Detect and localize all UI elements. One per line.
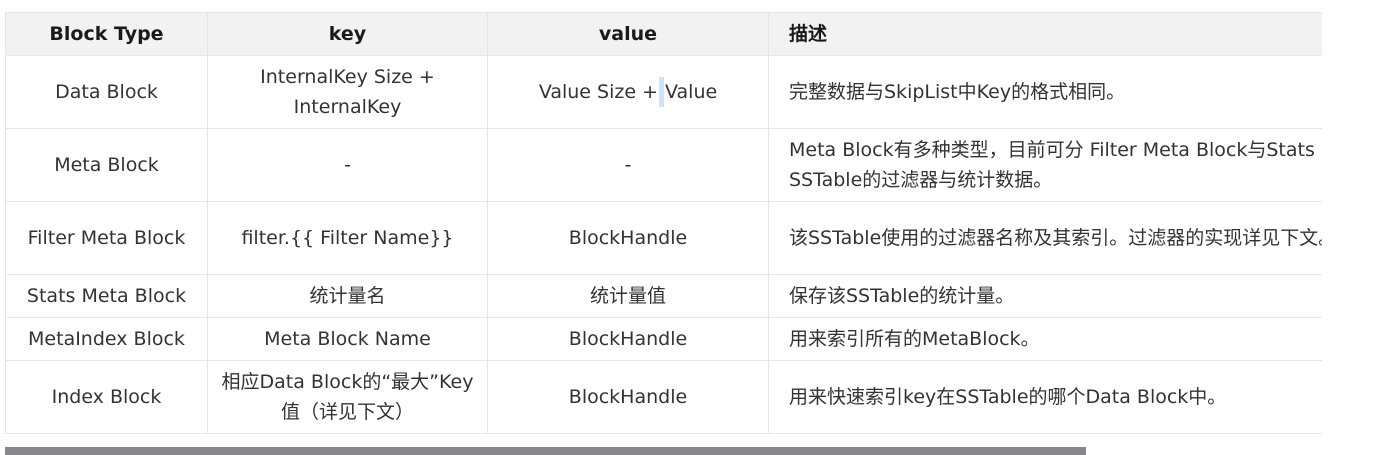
cell-key: 相应Data Block的“最大”Key值（详见下文） [207,360,488,434]
cell-description: Meta Block有多种类型，目前可分 Filter Meta Block与S… [768,128,1322,202]
value-part: Value Size + [538,80,658,103]
cell-description: 用来快速索引key在SSTable的哪个Data Block中。 [768,360,1322,434]
cell-value: BlockHandle [487,317,769,361]
cell-key: Meta Block Name [207,317,488,361]
cell-type: Meta Block [5,128,208,202]
cell-key: filter.{{ Filter Name}} [207,201,488,275]
cell-description: 保存该SSTable的统计量。 [768,274,1322,318]
cell-key: InternalKey Size + InternalKey [207,55,488,129]
cell-description: 完整数据与SkipList中Key的格式相同。 [768,55,1322,129]
table-container: Block Type key value 描述 Data Block Inter… [5,12,1322,434]
header-key: key [207,12,488,56]
cell-type: MetaIndex Block [5,317,208,361]
table-row: Data Block InternalKey Size + InternalKe… [5,55,1322,129]
cell-type: Index Block [5,360,208,434]
table-row: Filter Meta Block filter.{{ Filter Name}… [5,201,1322,275]
cell-type: Data Block [5,55,208,129]
cell-value: BlockHandle [487,360,769,434]
horizontal-scrollbar-thumb[interactable] [5,447,1086,455]
cell-type: Stats Meta Block [5,274,208,318]
header-description: 描述 [768,12,1322,56]
cell-description: 用来索引所有的MetaBlock。 [768,317,1322,361]
text-cursor-highlight [659,77,664,108]
table-header-row: Block Type key value 描述 [5,12,1322,56]
cell-value: 统计量值 [487,274,769,318]
cell-value: - [487,128,769,202]
cell-description: 该SSTable使用的过滤器名称及其索引。过滤器的实现详见下文。 [768,201,1322,275]
table-row: Index Block 相应Data Block的“最大”Key值（详见下文） … [5,360,1322,434]
table-row: MetaIndex Block Meta Block Name BlockHan… [5,317,1322,361]
cell-key: 统计量名 [207,274,488,318]
description-line: Meta Block有多种类型，目前可分 Filter Meta Block与S… [789,139,1322,161]
cell-type: Filter Meta Block [5,201,208,275]
header-block-type: Block Type [5,12,208,56]
block-type-table: Block Type key value 描述 Data Block Inter… [5,12,1322,434]
cell-value: BlockHandle [487,201,769,275]
table-row: Meta Block - - Meta Block有多种类型，目前可分 Filt… [5,128,1322,202]
description-line: SSTable的过滤器与统计数据。 [789,169,1053,191]
header-value: value [487,12,769,56]
value-part: Value [665,80,718,103]
cell-value: Value Size + Value [487,55,769,129]
table-row: Stats Meta Block 统计量名 统计量值 保存该SSTable的统计… [5,274,1322,318]
cell-key: - [207,128,488,202]
